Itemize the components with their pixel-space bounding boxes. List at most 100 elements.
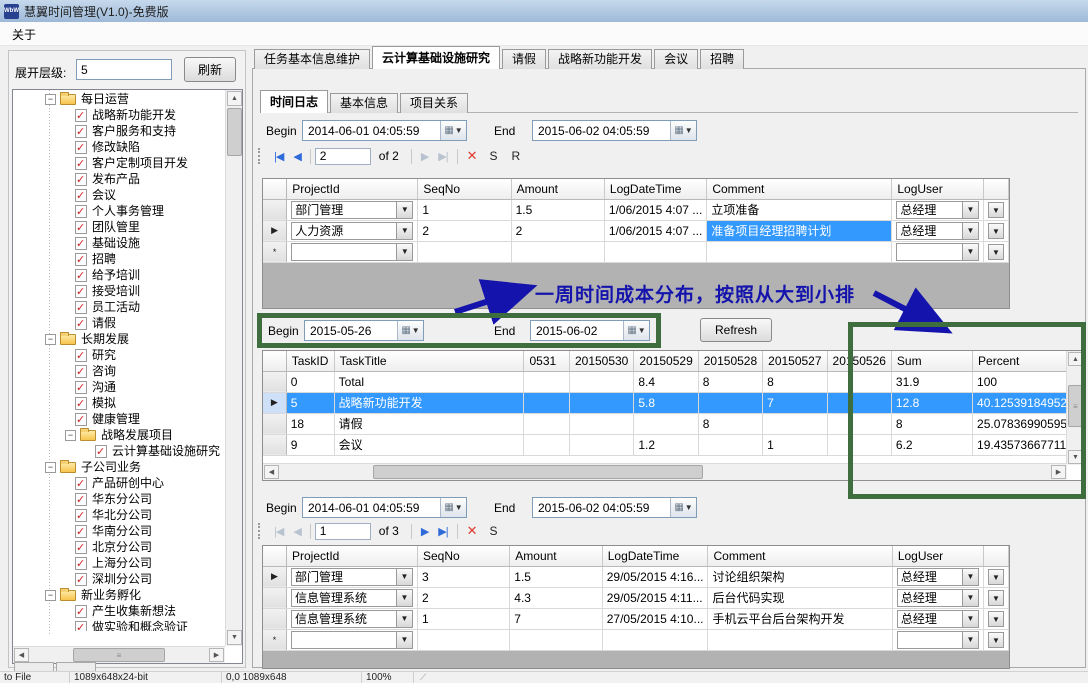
combo-cell[interactable]: ▼ xyxy=(291,243,413,261)
chevron-down-icon[interactable]: ▼ xyxy=(396,590,412,606)
tree-item-folder[interactable]: −每日运营 xyxy=(13,91,225,107)
tree-item-task[interactable]: 个人事务管理 xyxy=(13,203,225,219)
grid-cell[interactable]: 5 xyxy=(286,392,334,413)
tab-project-relation[interactable]: 项目关系 xyxy=(400,93,468,113)
tree-item-task[interactable]: 请假 xyxy=(13,315,225,331)
combo-cell[interactable]: ▼ xyxy=(896,243,979,261)
grid-cell[interactable]: ▼ xyxy=(892,241,984,262)
tree-item-task[interactable]: 接受培训 xyxy=(13,283,225,299)
grid-cell-extra[interactable]: ▼ xyxy=(983,199,1008,220)
grid-cell[interactable] xyxy=(827,371,891,392)
grid-cell[interactable]: 讨论组织架构 xyxy=(708,566,892,587)
combo-cell[interactable]: ▼ xyxy=(897,631,979,649)
grid-cell[interactable] xyxy=(511,241,604,262)
grid-cell[interactable]: 部门管理▼ xyxy=(287,566,418,587)
grid-cell[interactable]: 8 xyxy=(891,413,972,434)
grid-cell[interactable]: 0 xyxy=(286,371,334,392)
tree-item-task[interactable]: 客户定制项目开发 xyxy=(13,155,225,171)
column-header[interactable]: TaskTitle xyxy=(334,351,524,371)
scroll-thumb[interactable]: ≡ xyxy=(73,648,165,662)
chevron-down-icon[interactable]: ▼ xyxy=(962,569,978,585)
row-selector[interactable] xyxy=(263,413,286,434)
grid-cell[interactable]: 1.2 xyxy=(634,434,698,455)
grid-cell-extra[interactable]: ▼ xyxy=(983,608,1008,629)
grid-cell[interactable] xyxy=(510,629,602,650)
delete-record-icon[interactable]: ✕ xyxy=(467,148,478,164)
column-header[interactable]: LogDateTime xyxy=(602,546,708,566)
calendar-dropdown-icon[interactable]: ▦▼ xyxy=(440,498,466,517)
first-record-icon[interactable]: |◀ xyxy=(274,150,283,163)
grid-cell-extra[interactable]: ▼ xyxy=(983,241,1008,262)
row-selector[interactable]: ▶ xyxy=(263,566,287,587)
column-header[interactable]: 20150528 xyxy=(698,351,762,371)
grid-cell[interactable]: 1 xyxy=(418,199,511,220)
tree-item-folder[interactable]: −子公司业务 xyxy=(13,459,225,475)
chevron-down-icon[interactable]: ▼ xyxy=(962,590,978,606)
combo-cell[interactable]: 信息管理系统▼ xyxy=(291,610,413,628)
last-record-icon[interactable]: ▶| xyxy=(438,525,447,538)
next-record-icon[interactable]: ▶ xyxy=(421,525,428,538)
grid-cell[interactable]: 战略新功能开发 xyxy=(334,392,524,413)
bottom-tab-stub[interactable] xyxy=(14,662,54,671)
chevron-down-icon[interactable]: ▼ xyxy=(988,611,1004,627)
tree-vertical-scrollbar[interactable]: ▲ ▼ xyxy=(225,90,242,646)
grid-row[interactable]: 18请假8825.07836990595... xyxy=(263,413,1083,434)
grid-cell[interactable]: 总经理▼ xyxy=(892,608,983,629)
grid-cell[interactable]: ▼ xyxy=(287,629,418,650)
column-header[interactable]: Amount xyxy=(511,179,604,199)
grid-cell[interactable]: 7 xyxy=(510,608,602,629)
chevron-down-icon[interactable]: ▼ xyxy=(988,223,1004,239)
chevron-down-icon[interactable]: ▼ xyxy=(396,223,412,239)
combo-cell[interactable]: 总经理▼ xyxy=(897,568,979,586)
chevron-down-icon[interactable]: ▼ xyxy=(988,632,1004,648)
grid-cell[interactable]: 7 xyxy=(763,392,827,413)
column-header[interactable]: ProjectId xyxy=(287,179,418,199)
chevron-down-icon[interactable]: ▼ xyxy=(396,632,412,648)
collapse-icon[interactable]: − xyxy=(45,462,56,473)
tab-basic-info[interactable]: 基本信息 xyxy=(330,93,398,113)
grid-cell[interactable] xyxy=(524,413,570,434)
combo-cell[interactable]: 总经理▼ xyxy=(897,589,979,607)
save-button[interactable]: S xyxy=(490,524,498,538)
grid-cell-extra[interactable]: ▼ xyxy=(983,220,1008,241)
grid-cell[interactable]: 1/06/2015 4:07 ... xyxy=(604,199,706,220)
row-selector[interactable] xyxy=(263,587,287,608)
row-selector[interactable] xyxy=(263,371,286,392)
grid-cell[interactable]: 4.3 xyxy=(510,587,602,608)
grid-cell[interactable]: 6.2 xyxy=(891,434,972,455)
refresh-button-r[interactable]: R xyxy=(512,149,521,163)
grid-cell[interactable]: 9 xyxy=(286,434,334,455)
grid-cell[interactable]: 总经理▼ xyxy=(892,587,983,608)
grid-cell[interactable] xyxy=(418,629,510,650)
prev-record-icon[interactable]: ◀ xyxy=(293,150,300,163)
tree-item-task[interactable]: 基础设施 xyxy=(13,235,225,251)
tree-item-task[interactable]: 做实验和概念验证 xyxy=(13,619,225,631)
grid-row[interactable]: ▶5战略新功能开发5.8712.840.12539184952... xyxy=(263,392,1083,413)
grip-handle[interactable] xyxy=(258,148,261,164)
tree-horizontal-scrollbar[interactable]: ◀ ≡ ▶ xyxy=(13,646,225,663)
grid-row[interactable]: 部门管理▼11.51/06/2015 4:07 ...立项准备总经理▼▼ xyxy=(263,199,1009,220)
grid-cell[interactable] xyxy=(698,392,762,413)
chevron-down-icon[interactable]: ▼ xyxy=(396,202,412,218)
chevron-down-icon[interactable]: ▼ xyxy=(962,632,978,648)
tab-time-log[interactable]: 时间日志 xyxy=(260,90,328,113)
scroll-thumb[interactable]: ≡ xyxy=(1068,385,1083,427)
grid-horizontal-scrollbar[interactable]: ◀ ▶ xyxy=(263,463,1067,480)
tab-strategic-dev[interactable]: 战略新功能开发 xyxy=(548,49,652,69)
grid-cell[interactable]: 总经理▼ xyxy=(892,566,983,587)
combo-cell[interactable]: 总经理▼ xyxy=(896,201,979,219)
row-selector[interactable]: * xyxy=(263,241,287,262)
grid-cell-extra[interactable]: ▼ xyxy=(983,629,1008,650)
grid-row[interactable]: 0Total8.48831.9100 xyxy=(263,371,1083,392)
record-position[interactable]: 1 xyxy=(315,523,371,540)
begin-datepicker[interactable]: 2014-06-01 04:05:59 ▦▼ xyxy=(302,120,467,141)
last-record-icon[interactable]: ▶| xyxy=(438,150,447,163)
calendar-dropdown-icon[interactable]: ▦▼ xyxy=(623,321,649,340)
grid-cell[interactable] xyxy=(569,392,633,413)
begin-datepicker-bottom[interactable]: 2014-06-01 04:05:59 ▦▼ xyxy=(302,497,467,518)
grid-cell[interactable] xyxy=(569,434,633,455)
column-header[interactable]: 20150526 xyxy=(827,351,891,371)
chevron-down-icon[interactable]: ▼ xyxy=(988,202,1004,218)
grid-vertical-scrollbar[interactable]: ▲ ≡ ▼ xyxy=(1066,351,1083,465)
chevron-down-icon[interactable]: ▼ xyxy=(962,202,978,218)
